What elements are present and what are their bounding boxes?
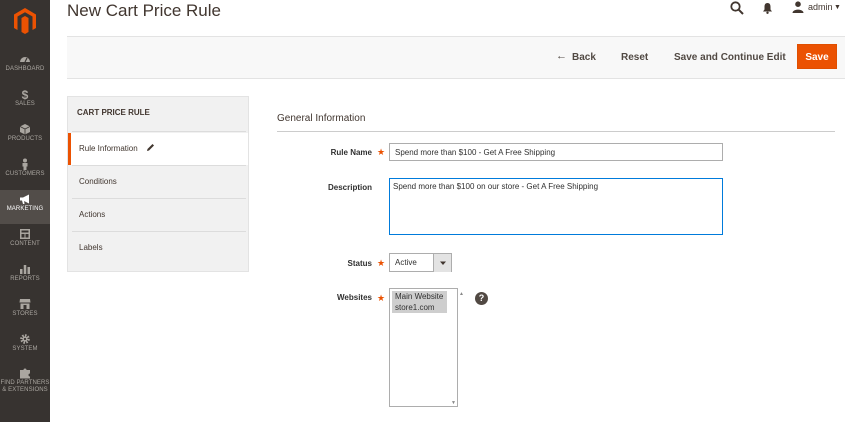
tab-actions[interactable]: Actions [68,199,248,231]
rule-name-input[interactable]: Spend more than $100 - Get A Free Shippi… [389,143,723,161]
user-name[interactable]: admin [808,2,833,12]
tab-label: Rule Information [79,144,138,153]
nav-label: MARKETING [6,206,44,212]
websites-label: Websites [337,293,372,302]
nav-marketing[interactable]: MARKETING [0,190,50,224]
divider [72,131,246,132]
nav-stores[interactable]: STORES [0,295,50,329]
nav-label: DASHBOARD [5,66,45,72]
nav-content[interactable]: CONTENT [0,225,50,259]
nav-dashboard[interactable]: DASHBOARD [0,50,50,84]
person-icon [22,158,28,170]
tabs-title: CART PRICE RULE [77,108,150,117]
tab-labels[interactable]: Labels [68,232,248,264]
bell-icon[interactable] [762,2,773,14]
required-marker: ★ [377,147,386,157]
scroll-down-arrow-icon[interactable]: ▼ [451,400,456,406]
page-title: New Cart Price Rule [67,1,221,20]
nav-label: SALES [15,101,35,107]
nav-system[interactable]: SYSTEM [0,330,50,364]
section-divider [277,131,835,132]
required-marker: ★ [377,258,386,268]
rule-tabs: CART PRICE RULE Rule Information Conditi… [67,96,249,272]
website-option[interactable]: Main Website [392,291,447,302]
save-button[interactable]: Save [797,44,837,69]
megaphone-icon [20,194,29,204]
magento-logo[interactable] [9,5,41,37]
nav-customers[interactable]: CUSTOMERS [0,155,50,189]
back-button[interactable]: Back [572,52,596,63]
reset-button[interactable]: Reset [621,52,648,63]
select-arrow[interactable] [433,254,451,272]
section-title: General Information [277,113,366,124]
store-icon [19,299,31,309]
required-marker: ★ [377,293,386,303]
box-icon [19,124,31,135]
tab-rule-information[interactable]: Rule Information [68,133,248,165]
save-continue-button[interactable]: Save and Continue Edit [674,52,786,63]
nav-label: SYSTEM [12,346,38,352]
nav-label: REPORTS [10,276,40,282]
puzzle-icon [20,368,30,379]
dashboard-icon [20,57,30,63]
nav-label: STORES [12,311,38,317]
user-menu-caret-icon[interactable]: ▼ [834,4,841,11]
nav-label: CONTENT [10,241,40,247]
svg-text:$: $ [22,88,29,100]
dollar-icon: $ [22,88,29,100]
nav-label-2: & EXTENSIONS [2,387,48,393]
rule-name-label: Rule Name [330,148,372,157]
chevron-down-icon [440,261,446,265]
scroll-up-arrow-icon[interactable]: ▲ [459,291,464,297]
nav-sales[interactable]: $ SALES [0,85,50,119]
user-icon[interactable] [792,1,804,13]
status-value: Active [395,258,417,267]
search-icon[interactable] [730,1,744,15]
description-textarea[interactable]: Spend more than $100 on our store - Get … [389,178,723,235]
gear-icon [20,334,30,344]
nav-reports[interactable]: REPORTS [0,260,50,294]
status-label: Status [347,259,372,268]
bar-chart-icon [20,265,30,274]
websites-multiselect[interactable]: Main Website store1.com [389,288,458,407]
nav-products[interactable]: PRODUCTS [0,120,50,154]
help-icon[interactable]: ? [475,292,488,305]
pencil-icon [146,144,154,151]
nav-label: PRODUCTS [7,136,43,142]
back-arrow-icon[interactable]: ← [556,50,567,62]
admin-sidebar: DASHBOARD $ SALES PRODUCTS CUSTOMERS MAR… [0,0,50,422]
tab-conditions[interactable]: Conditions [68,166,248,198]
nav-find-partners[interactable]: FIND PARTNERS & EXTENSIONS [0,364,50,404]
description-label: Description [327,183,372,192]
website-option[interactable]: store1.com [392,302,447,313]
nav-label: CUSTOMERS [5,171,45,177]
nav-label: FIND PARTNERS [0,380,50,386]
content-icon [20,229,30,239]
